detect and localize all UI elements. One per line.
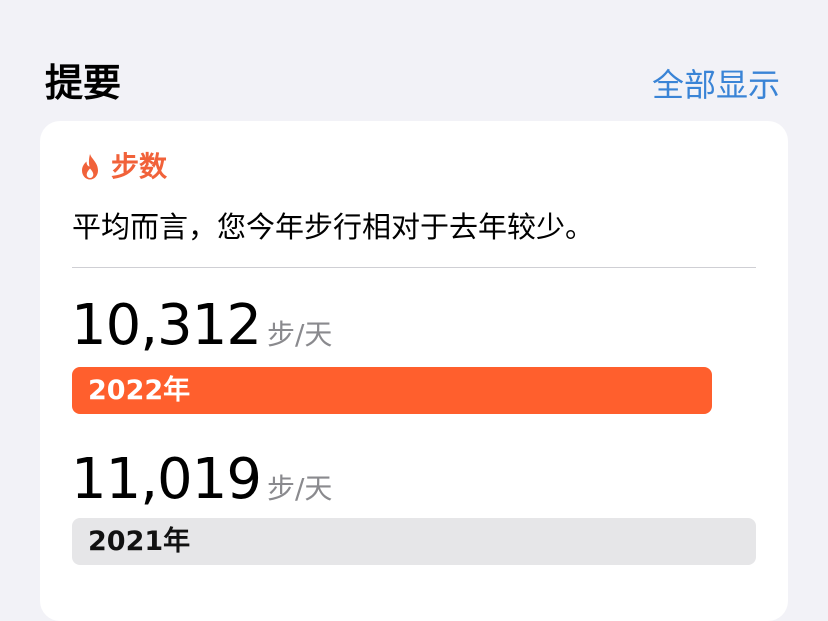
stat-unit: 步/天 <box>266 318 333 351</box>
stat-unit: 步/天 <box>266 472 333 505</box>
stat-2022: 10,312 步/天 <box>71 293 332 359</box>
steps-summary-card[interactable]: 步数 平均而言，您今年步行相对于去年较少。 10,312 步/天 2022年 1… <box>40 121 788 621</box>
bar-label: 2022年 <box>88 375 191 406</box>
section-title: 提要 <box>45 61 122 105</box>
metric-label: 步数 <box>111 150 168 183</box>
bar-2022: 2022年 <box>72 367 712 414</box>
bar-label: 2021年 <box>88 526 191 557</box>
stat-2021: 11,019 步/天 <box>71 447 332 513</box>
stat-value: 10,312 <box>71 293 262 358</box>
card-header: 步数 <box>79 147 167 187</box>
summary-text: 平均而言，您今年步行相对于去年较少。 <box>72 210 595 244</box>
show-all-link[interactable]: 全部显示 <box>652 63 780 107</box>
divider <box>72 267 756 268</box>
stat-value: 11,019 <box>71 447 262 512</box>
flame-icon <box>82 154 98 180</box>
bar-2021: 2021年 <box>72 518 756 565</box>
